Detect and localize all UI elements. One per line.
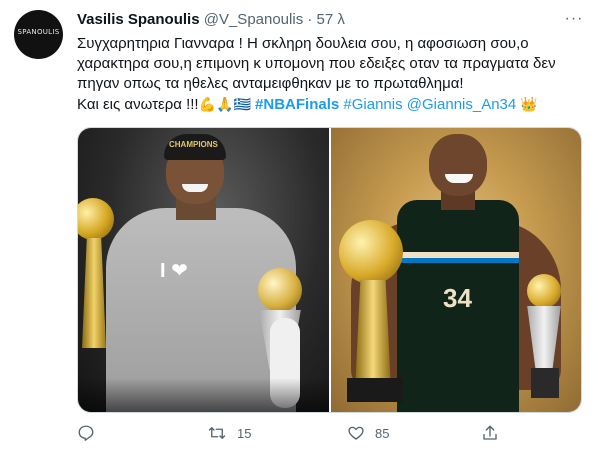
right-mvp-ball bbox=[527, 274, 561, 308]
retweet-button[interactable]: 15 bbox=[207, 422, 251, 444]
left-trophy-ball bbox=[78, 198, 114, 240]
tweet-actions: 15 85 bbox=[77, 422, 583, 444]
left-mvp-trophy-ball bbox=[258, 268, 302, 312]
share-button[interactable] bbox=[481, 422, 509, 444]
emoji-sequence: 💪🙏🇬🇷 bbox=[198, 96, 251, 112]
tweet[interactable]: SPANOULIS Vasilis Spanoulis @V_Spanoulis… bbox=[0, 0, 598, 455]
reply-button[interactable] bbox=[77, 422, 105, 444]
left-cap-text: CHAMPIONS bbox=[169, 140, 218, 149]
header-separator: · bbox=[307, 11, 313, 28]
left-player-smile bbox=[182, 184, 208, 192]
avatar[interactable]: SPANOULIS bbox=[14, 10, 63, 59]
right-larry-obrien-ball bbox=[339, 220, 403, 284]
avatar-logo-text: SPANOULIS bbox=[17, 28, 60, 36]
tweet-text-line-4: Και εις ανωτερα !!!💪🙏🇬🇷 #NBAFinals #Gian… bbox=[77, 94, 583, 115]
photo-left[interactable]: CHAMPIONS I ❤ bbox=[78, 128, 329, 412]
more-icon: ··· bbox=[564, 10, 584, 27]
mention-link[interactable]: @Giannis_An34 bbox=[407, 96, 516, 113]
left-trophy-body bbox=[82, 238, 106, 348]
right-jersey-number: 34 bbox=[443, 283, 472, 313]
author-handle[interactable]: @V_Spanoulis bbox=[204, 11, 303, 28]
like-button[interactable]: 85 bbox=[347, 422, 389, 444]
reply-icon bbox=[77, 424, 95, 442]
right-larry-obrien-base bbox=[347, 378, 403, 402]
right-mvp-base bbox=[531, 368, 559, 398]
right-larry-obrien-body bbox=[355, 280, 391, 390]
share-icon bbox=[481, 424, 499, 442]
retweet-count: 15 bbox=[237, 425, 252, 441]
left-bottom-shadow bbox=[78, 378, 329, 412]
retweet-icon bbox=[207, 424, 227, 442]
tweet-text-line-3: πηγαν οπως τα ηθελες ανταμειφθηκαν με το… bbox=[77, 75, 464, 92]
like-count: 85 bbox=[375, 425, 390, 441]
tweet-timestamp[interactable]: 57 λ bbox=[317, 11, 345, 28]
author-name[interactable]: Vasilis Spanoulis bbox=[77, 11, 200, 28]
more-options-button[interactable]: ··· bbox=[561, 10, 587, 32]
like-icon bbox=[347, 424, 365, 442]
tweet-text-line-1: Συγχαρητηρια Γιανναρα ! Η σκληρη δουλεια… bbox=[77, 35, 529, 52]
tweet-text-line-4-text: Και εις ανωτερα !!! bbox=[77, 96, 199, 113]
hashtag-link[interactable]: #NBAFinals bbox=[255, 96, 339, 113]
left-shirt-text: I ❤ bbox=[160, 260, 188, 282]
crown-emoji: 👑 bbox=[520, 96, 538, 112]
right-jersey-stripe-blue bbox=[397, 258, 519, 263]
right-player-face bbox=[429, 134, 487, 196]
photo-right[interactable]: 34 bbox=[331, 128, 581, 412]
tweet-text: Συγχαρητηρια Γιανναρα ! Η σκληρη δουλεια… bbox=[77, 34, 583, 115]
tweet-media[interactable]: CHAMPIONS I ❤ 34 bbox=[77, 127, 582, 413]
tweet-header: Vasilis Spanoulis @V_Spanoulis · 57 λ bbox=[77, 11, 345, 33]
tweet-text-line-2: χαρακτηρα σου,η επιμονη κ υπομονη που εδ… bbox=[77, 55, 556, 72]
hashtag-link-2[interactable]: #Giannis bbox=[343, 96, 402, 113]
